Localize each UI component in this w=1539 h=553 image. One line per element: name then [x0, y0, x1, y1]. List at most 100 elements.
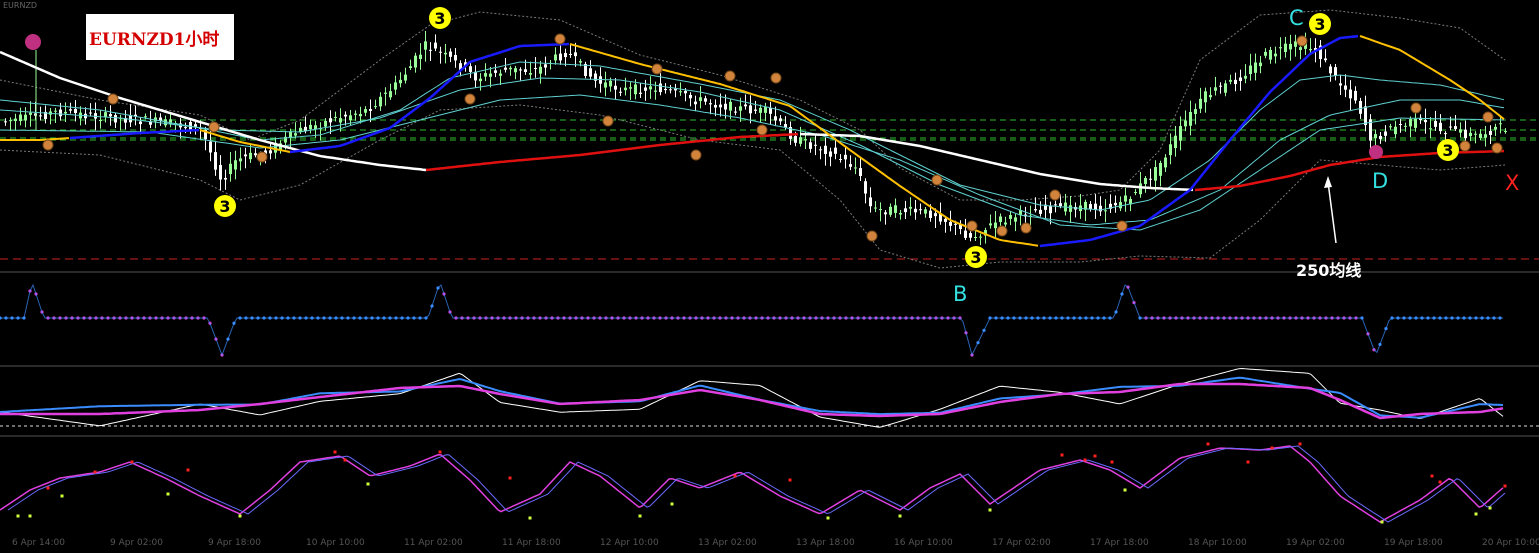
orange-marker: [651, 63, 663, 75]
candle-body: [1244, 75, 1247, 79]
osc3-yellow-dot: [528, 516, 532, 520]
osc3-yellow-dot: [638, 514, 642, 518]
candle-body: [374, 106, 377, 108]
candle-body: [834, 147, 837, 154]
osc3-yellow-dot: [988, 508, 992, 512]
orange-marker: [602, 115, 614, 127]
candle-body: [369, 109, 372, 111]
candle-body: [724, 103, 727, 110]
x-tick-label: 16 Apr 10:00: [894, 538, 953, 548]
symbol-label: EURNZD: [3, 1, 37, 10]
candle-body: [344, 114, 347, 117]
candle-body: [1374, 134, 1377, 139]
candle-body: [339, 118, 342, 123]
candle-body: [1399, 124, 1402, 126]
orange-marker: [931, 174, 943, 186]
candle-body: [1069, 205, 1072, 212]
candle-body: [194, 124, 197, 127]
candle-body: [1229, 79, 1232, 82]
candle-body: [559, 53, 562, 61]
candle-body: [209, 141, 212, 153]
osc3-yellow-dot: [1488, 506, 1492, 510]
candle-body: [504, 67, 507, 70]
candle-body: [1489, 130, 1492, 135]
candle-body: [1469, 132, 1472, 137]
candle-body: [269, 150, 272, 154]
candle-body: [1344, 85, 1347, 90]
x-tick-label: 17 Apr 02:00: [992, 538, 1051, 548]
candle-body: [489, 73, 492, 77]
candle-body: [589, 68, 592, 77]
candle-body: [104, 112, 107, 117]
candle-body: [1219, 85, 1222, 87]
candle-body: [1269, 49, 1272, 60]
candle-body: [99, 120, 102, 122]
candle-body: [639, 92, 642, 94]
candle-body: [1389, 126, 1392, 128]
candle-body: [759, 107, 762, 113]
candle-body: [764, 106, 767, 113]
osc3-yellow-dot: [898, 514, 902, 518]
candle-body: [74, 108, 77, 114]
candle-body: [1394, 126, 1397, 135]
candle-body: [14, 118, 17, 122]
candle-body: [574, 52, 577, 57]
x-tick-label: 19 Apr 18:00: [1384, 538, 1443, 548]
candle-body: [614, 85, 617, 90]
osc3-red-dot: [1206, 442, 1210, 446]
orange-marker: [1020, 222, 1032, 234]
candle-body: [624, 87, 627, 91]
x-tick-label: 13 Apr 18:00: [796, 538, 855, 548]
candle-body: [1324, 58, 1327, 61]
osc3-red-dot: [93, 470, 97, 474]
chart-title: EURNZD1小时: [86, 14, 234, 60]
osc3-yellow-dot: [1380, 520, 1384, 524]
candle-body: [1444, 133, 1447, 135]
candle-body: [69, 109, 72, 111]
orange-marker: [1410, 102, 1422, 114]
candle-body: [1449, 126, 1452, 128]
candle-body: [804, 139, 807, 141]
wave-label-x: X: [1505, 171, 1519, 195]
candle-body: [359, 114, 362, 117]
candle-body: [219, 164, 222, 180]
candle-body: [229, 163, 232, 175]
osc3-red-dot: [438, 450, 442, 454]
candle-body: [949, 221, 952, 226]
candle-body: [469, 66, 472, 72]
candle-body: [1199, 98, 1202, 109]
candle-body: [819, 149, 822, 151]
candle-body: [694, 101, 697, 105]
candle-body: [89, 112, 92, 114]
orange-marker: [1296, 35, 1308, 47]
candle-body: [664, 88, 667, 91]
candle-body: [509, 67, 512, 70]
x-tick-label: 9 Apr 02:00: [110, 538, 163, 548]
candle-body: [109, 114, 112, 117]
candle-body: [869, 197, 872, 207]
candle-body: [1049, 205, 1052, 214]
candle-body: [479, 78, 482, 82]
candle-body: [749, 105, 752, 114]
candle-body: [139, 121, 142, 125]
candle-body: [969, 233, 972, 238]
candle-body: [1364, 106, 1367, 126]
candle-body: [934, 213, 937, 217]
candle-body: [499, 73, 502, 76]
x-tick-label: 9 Apr 18:00: [208, 538, 261, 548]
count-marker-label: 3: [219, 197, 230, 216]
candle-body: [1359, 100, 1362, 114]
osc3-red-dot: [1083, 458, 1087, 462]
osc3-red-dot: [1503, 484, 1507, 488]
candle-body: [379, 96, 382, 107]
candle-body: [719, 104, 722, 108]
candle-body: [1404, 125, 1407, 127]
orange-marker: [966, 220, 978, 232]
count-marker-label: 3: [970, 248, 981, 267]
candle-body: [1254, 62, 1257, 73]
candle-body: [1299, 47, 1302, 51]
candle-body: [1184, 120, 1187, 127]
candle-body: [769, 108, 772, 114]
candle-body: [809, 142, 812, 149]
candle-body: [524, 69, 527, 73]
